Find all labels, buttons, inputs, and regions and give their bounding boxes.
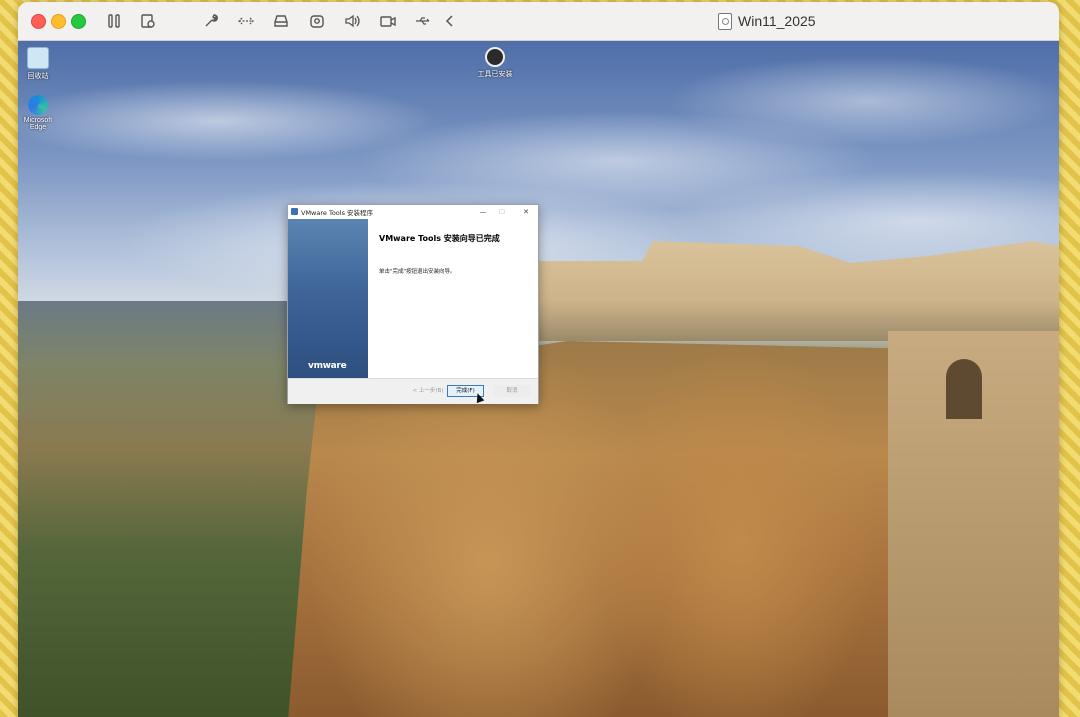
dialog-maximize-button: ☐	[498, 208, 506, 216]
dialog-side-banner: vmware	[288, 219, 368, 378]
vm-document-icon	[718, 12, 732, 30]
pause-icon[interactable]	[104, 11, 124, 31]
dialog-titlebar[interactable]: VMware Tools 安装程序 — ☐ ✕	[288, 205, 538, 219]
wrench-icon[interactable]	[201, 11, 221, 31]
guest-desktop: 回收站 Microsoft Edge 工具已安装 VMware Tools 安装…	[18, 41, 1059, 717]
camera-icon[interactable]	[307, 11, 327, 31]
close-window-button[interactable]	[31, 14, 46, 29]
recycle-bin-icon[interactable]: 回收站	[18, 47, 58, 81]
back-button: < 上一步(B)	[412, 388, 444, 394]
user-folder-icon[interactable]: 工具已安装	[475, 47, 515, 79]
dialog-body-text: 单击"完成"按钮退出安装向导。	[379, 269, 456, 275]
vm-title: Win11_2025	[718, 11, 816, 31]
vm-host-window: Win11_2025 回收站 Microsoft Edge 工具已安装 VMwa…	[18, 2, 1059, 717]
edge-icon[interactable]: Microsoft Edge	[18, 95, 58, 131]
dialog-minimize-button[interactable]: —	[476, 206, 490, 218]
dialog-title: VMware Tools 安装程序	[301, 209, 374, 217]
dialog-content: VMware Tools 安装向导已完成 单击"完成"按钮退出安装向导。	[368, 219, 538, 378]
maximize-window-button[interactable]	[71, 14, 86, 29]
installer-app-icon	[291, 208, 298, 215]
wallpaper-bridge-arch	[946, 359, 982, 419]
network-icon[interactable]	[236, 11, 256, 31]
dialog-close-button[interactable]: ✕	[519, 206, 533, 218]
disk-icon[interactable]	[271, 11, 291, 31]
vmware-logo: vmware	[308, 361, 347, 371]
dialog-footer: < 上一步(B) 完成(F) 取消	[288, 378, 538, 404]
usb-icon[interactable]	[413, 11, 433, 31]
minimize-window-button[interactable]	[51, 14, 66, 29]
sound-icon[interactable]	[342, 11, 362, 31]
host-titlebar: Win11_2025	[18, 2, 1059, 41]
wallpaper-valley	[18, 301, 318, 717]
back-icon[interactable]	[440, 11, 460, 31]
cancel-button: 取消	[494, 385, 530, 397]
vmware-tools-installer-dialog: VMware Tools 安装程序 — ☐ ✕ vmware VMware To…	[287, 204, 539, 404]
dialog-heading: VMware Tools 安装向导已完成	[379, 234, 500, 243]
snapshot-icon[interactable]	[138, 11, 158, 31]
vm-name: Win11_2025	[738, 13, 816, 29]
video-icon[interactable]	[378, 11, 398, 31]
